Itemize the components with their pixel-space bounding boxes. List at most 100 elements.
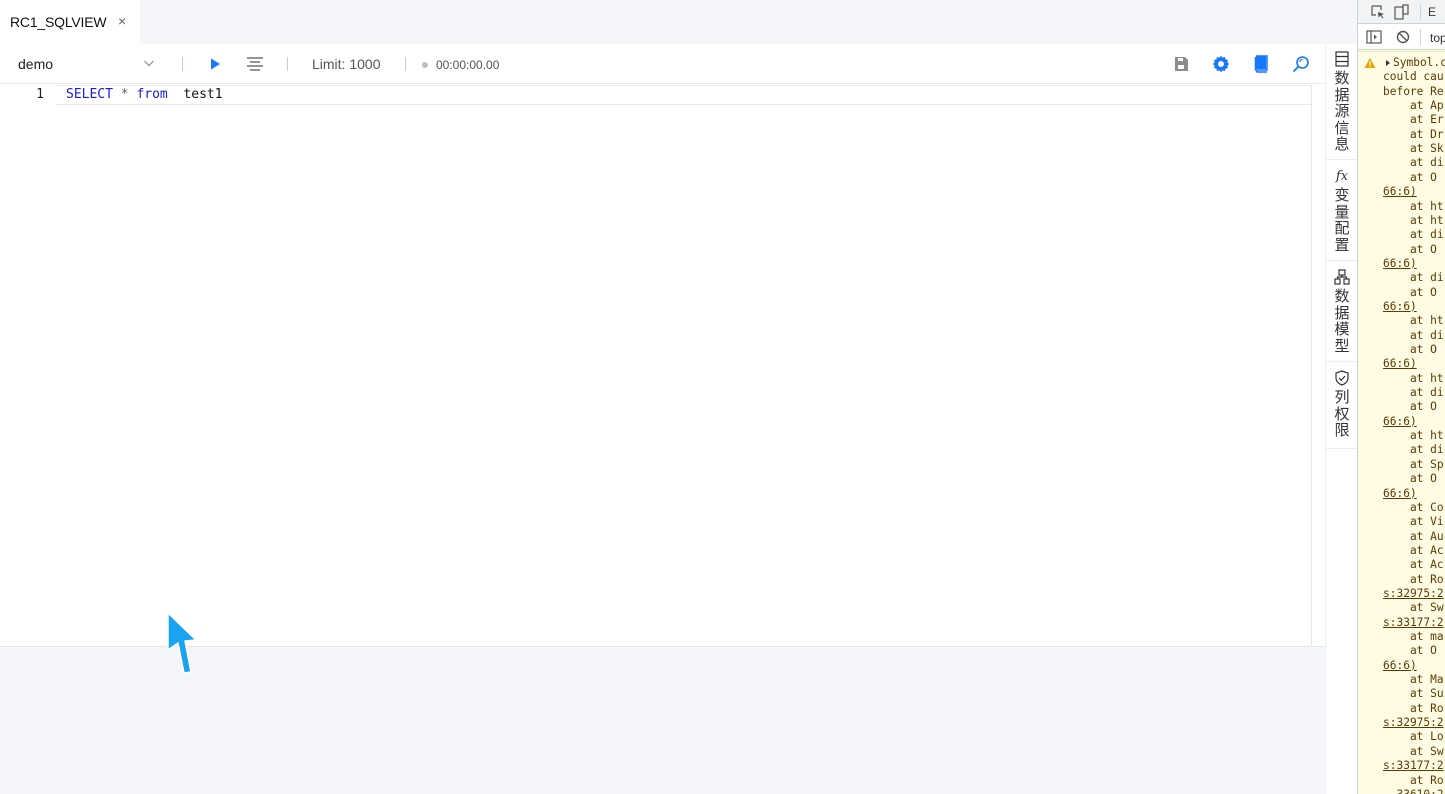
- sql-identifier: test1: [183, 87, 223, 102]
- console-line: 66:6): [1383, 414, 1417, 428]
- console-line: at ht: [1383, 314, 1444, 328]
- book-icon: [1254, 55, 1268, 73]
- sql-editor[interactable]: 1 SELECT * from test1: [0, 85, 1324, 646]
- format-button[interactable]: [245, 54, 265, 74]
- play-icon: [211, 58, 220, 70]
- console-line: at Su: [1383, 687, 1444, 701]
- console-line: Symbol.c: [1393, 56, 1445, 69]
- expand-triangle-icon[interactable]: [1385, 60, 1391, 66]
- console-line: before Re: [1383, 84, 1444, 98]
- console-line: at Sw: [1383, 601, 1444, 615]
- elapsed-time: 00:00:00.00: [436, 58, 500, 72]
- context-select[interactable]: top: [1430, 31, 1445, 45]
- sidebar-toggle-icon[interactable]: [1366, 29, 1382, 45]
- database-select-value: demo: [18, 56, 54, 72]
- sidebar-item-label: 数据模型: [1334, 287, 1350, 355]
- inspect-icon[interactable]: [1370, 4, 1386, 20]
- search-button[interactable]: [1291, 54, 1311, 74]
- console-toolbar: top: [1358, 24, 1445, 50]
- console-output: Symbol.c could cau before Re at Ap at Er a…: [1358, 51, 1445, 794]
- sql-keyword: SELECT: [66, 87, 113, 102]
- tab-rc1-sqlview[interactable]: RC1_SQLVIEW ×: [0, 0, 140, 44]
- toolbar-divider: [287, 57, 288, 71]
- console-line: at O: [1383, 472, 1437, 486]
- device-toggle-icon[interactable]: [1394, 4, 1410, 20]
- editor-scrollbar[interactable]: [1311, 85, 1325, 646]
- database-select[interactable]: demo: [18, 55, 158, 73]
- console-line: at O: [1383, 343, 1437, 356]
- console-line: at ht: [1383, 371, 1444, 385]
- console-line: at ma: [1383, 630, 1444, 643]
- close-icon[interactable]: ×: [118, 14, 126, 28]
- console-line: at Dr: [1383, 127, 1444, 141]
- sidebar-item-data-model[interactable]: 数据模型: [1326, 262, 1358, 362]
- console-line: s:32975:2: [1383, 716, 1444, 730]
- console-line: at Vi: [1383, 515, 1444, 529]
- settings-button[interactable]: [1211, 54, 1231, 74]
- console-line: at di: [1383, 443, 1444, 457]
- console-line: at Ro: [1383, 773, 1444, 787]
- devtools-divider: [1420, 29, 1421, 45]
- devtools-tab-elements[interactable]: E: [1428, 5, 1436, 19]
- console-line: s:32975:2: [1383, 586, 1444, 600]
- run-button[interactable]: [205, 54, 225, 74]
- toolbar-divider: [405, 57, 406, 71]
- console-line: at Sp: [1383, 457, 1444, 471]
- function-icon: fx: [1335, 168, 1349, 184]
- console-line: at O: [1383, 400, 1437, 414]
- sidebar-item-label: 变量配置: [1334, 186, 1350, 254]
- bookmark-button[interactable]: [1251, 54, 1271, 74]
- tab-title: RC1_SQLVIEW: [10, 14, 107, 30]
- console-line: 66:6): [1383, 486, 1417, 500]
- console-line: at Ac: [1383, 543, 1444, 557]
- clear-console-icon[interactable]: [1395, 29, 1411, 45]
- sidebar-item-column-permission[interactable]: 列权限: [1326, 363, 1358, 449]
- console-line: at Er: [1383, 113, 1444, 127]
- console-line: at di: [1383, 386, 1444, 400]
- limit-selector[interactable]: Limit: 1000: [312, 56, 380, 72]
- console-line: at Ro: [1383, 572, 1444, 586]
- sidebar-item-variable-config[interactable]: fx 变量配置: [1326, 161, 1358, 261]
- datasource-icon: [1334, 51, 1350, 67]
- console-line: at O: [1383, 644, 1437, 658]
- save-button[interactable]: [1171, 54, 1191, 74]
- console-line: at Ro: [1383, 701, 1444, 715]
- sidebar-item-label: 数据源信息: [1334, 69, 1350, 153]
- status-dot: [422, 62, 428, 68]
- console-line: at Co: [1383, 500, 1444, 514]
- format-icon: [247, 57, 263, 71]
- console-line: 33610:2: [1383, 788, 1443, 794]
- sidebar-item-datasource-info[interactable]: 数据源信息: [1326, 44, 1358, 160]
- warning-icon: [1364, 58, 1376, 68]
- sidebar-item-label: 列权限: [1334, 388, 1350, 439]
- devtools-panel: E top Symbol.ccould caubefore Re at Ap a…: [1357, 0, 1445, 794]
- console-line: at O: [1383, 285, 1437, 299]
- gear-icon: [1212, 55, 1230, 73]
- console-line: at ht: [1383, 429, 1444, 443]
- console-line: at di: [1383, 228, 1444, 242]
- chevron-down-icon: [144, 60, 154, 67]
- console-line: 66:6): [1383, 658, 1417, 672]
- console-line: at Ac: [1383, 558, 1444, 572]
- tab-bar: RC1_SQLVIEW ×: [0, 0, 1357, 44]
- devtools-divider: [1420, 4, 1421, 20]
- console-line: at Ma: [1383, 673, 1444, 687]
- code-line[interactable]: SELECT * from test1: [66, 87, 223, 102]
- console-line: at Lo: [1383, 730, 1444, 744]
- console-line: could cau: [1383, 70, 1444, 84]
- console-line: 66:6): [1383, 299, 1417, 313]
- console-line: s:33177:2: [1383, 615, 1444, 629]
- console-line: at O: [1383, 242, 1437, 256]
- console-line: s:33177:2: [1383, 759, 1444, 773]
- console-line: at O: [1383, 170, 1437, 184]
- sql-keyword: from: [136, 87, 168, 102]
- console-line: 66:6): [1383, 185, 1417, 199]
- console-line: at di: [1383, 271, 1444, 285]
- console-line: at ht: [1383, 199, 1444, 213]
- console-line: at Ap: [1383, 99, 1444, 113]
- console-line: 66:6): [1383, 357, 1417, 371]
- console-line: at di: [1383, 156, 1444, 170]
- devtools-toolbar: E: [1358, 0, 1445, 24]
- side-panel: 数据源信息 fx 变量配置 数据模型 列权限: [1325, 44, 1358, 794]
- line-number: 1: [36, 87, 44, 102]
